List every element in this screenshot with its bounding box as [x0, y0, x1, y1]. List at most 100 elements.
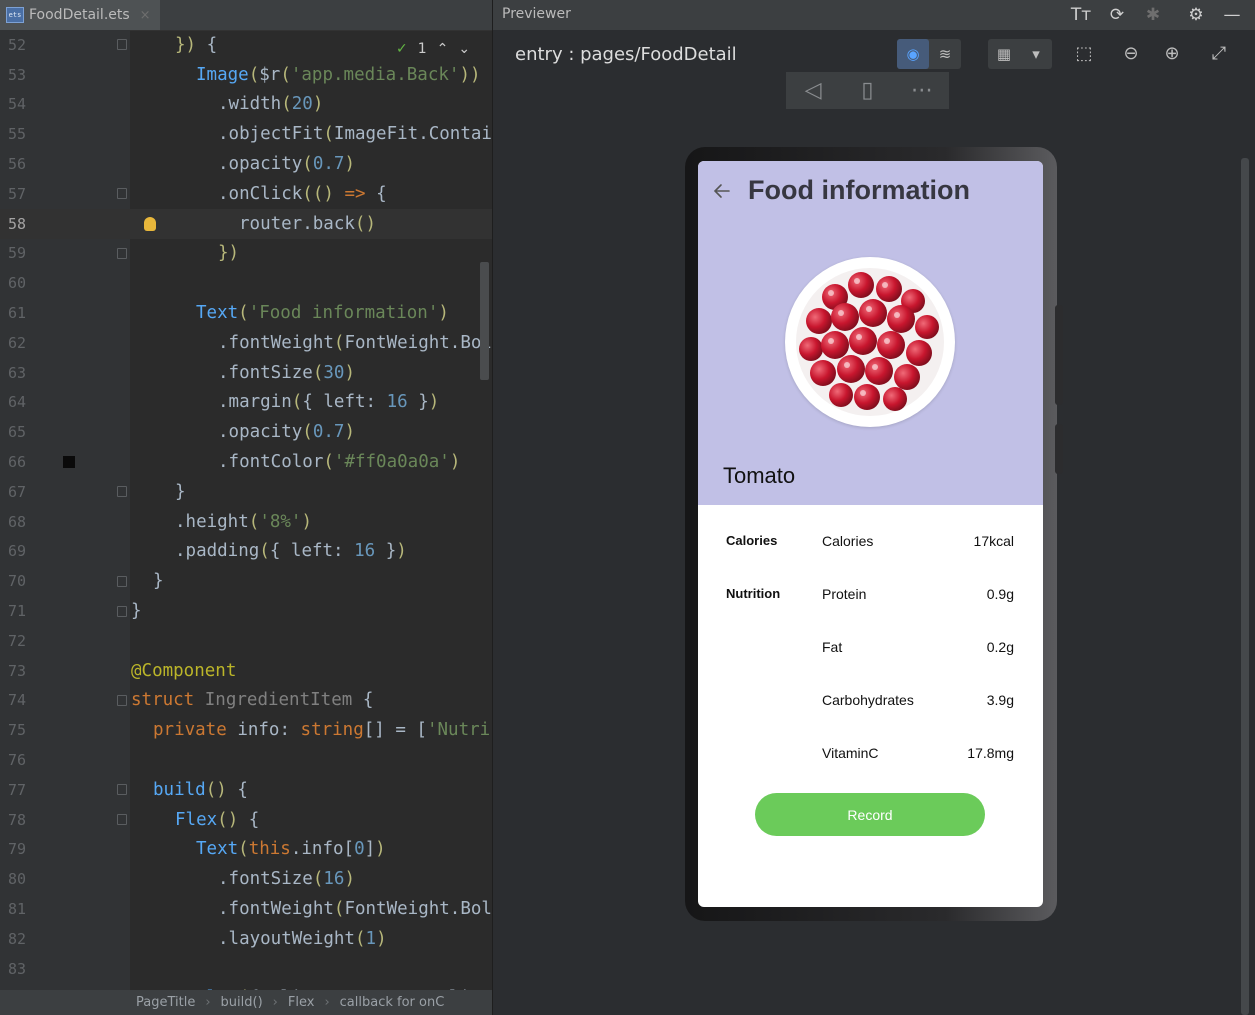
code-line[interactable]: 80 .fontSize(16) — [0, 864, 492, 894]
fold-icon[interactable] — [117, 39, 127, 51]
fit-frame-icon[interactable]: ⬚ — [1073, 43, 1095, 65]
more-icon[interactable]: ⋯ — [902, 78, 942, 103]
rotate-device-icon[interactable]: ▯ — [847, 78, 887, 103]
code-line[interactable]: 69 .padding({ left: 16 }) — [0, 537, 492, 567]
code-text: Flex() { — [175, 809, 260, 830]
line-number: 62 — [8, 333, 27, 352]
zoom-out-icon[interactable]: ⊖ — [1120, 43, 1142, 65]
fold-icon[interactable] — [117, 247, 127, 259]
font-size-icon[interactable]: Tт — [1070, 4, 1092, 26]
chevron-down-icon[interactable]: ⌄ — [458, 41, 470, 57]
code-line[interactable]: 70} — [0, 566, 492, 596]
expand-icon[interactable]: ⤢ — [1208, 43, 1230, 65]
phone-power-button — [1055, 424, 1063, 474]
code-line[interactable]: 67} — [0, 477, 492, 507]
line-number: 79 — [8, 840, 27, 859]
breadcrumb-item[interactable]: build() — [221, 995, 263, 1010]
lightbulb-icon[interactable] — [144, 216, 156, 231]
tab-food-detail[interactable]: ets FoodDetail.ets × — [0, 0, 160, 30]
code-line[interactable]: 64 .margin({ left: 16 }) — [0, 388, 492, 418]
fold-icon[interactable] — [117, 188, 127, 200]
inspection-widget[interactable]: ✓ 1 ⌃ ⌄ — [396, 41, 470, 57]
code-line[interactable]: 71} — [0, 596, 492, 626]
code-text: }) — [218, 243, 240, 264]
line-number: 53 — [8, 65, 27, 84]
code-text: .fontColor('#ff0a0a0a') — [218, 452, 461, 473]
code-text: Image($r('app.media.Back')) — [196, 64, 481, 85]
code-line[interactable]: 79 Text(this.info[0]) — [0, 835, 492, 865]
code-line[interactable]: 72 — [0, 626, 492, 656]
code-line[interactable]: 75 private info: string[] = ['Nutri — [0, 715, 492, 745]
code-line[interactable]: 83 — [0, 954, 492, 984]
inspector-toggle-group: ◉ ≋ — [897, 39, 961, 69]
record-button[interactable]: Record — [755, 793, 985, 836]
code-line[interactable]: 62 .fontWeight(FontWeight.Bol — [0, 328, 492, 358]
line-number: 57 — [8, 184, 27, 203]
line-number: 71 — [8, 602, 27, 621]
food-hero: Food information Tomato — [698, 161, 1043, 505]
code-line[interactable]: 59}) — [0, 239, 492, 269]
code-line[interactable]: 78 Flex() { — [0, 805, 492, 835]
route-label: entry : pages/FoodDetail — [515, 44, 737, 65]
code-text: .margin({ left: 16 }) — [218, 392, 440, 413]
code-line[interactable]: 56 .opacity(0.7) — [0, 149, 492, 179]
fold-icon[interactable] — [117, 784, 127, 796]
code-line[interactable]: 57 .onClick(() => { — [0, 179, 492, 209]
nutrient-name: Fat — [822, 639, 843, 655]
previewer-scrollbar[interactable] — [1241, 158, 1249, 1015]
editor-scrollbar[interactable] — [480, 262, 489, 380]
editor-tab-bar: ets FoodDetail.ets × — [0, 0, 492, 31]
code-line[interactable]: 68 .height('8%') — [0, 507, 492, 537]
code-line[interactable]: 66 .fontColor('#ff0a0a0a') — [0, 447, 492, 477]
code-editor[interactable]: ets FoodDetail.ets × 52}) {53 Image($r('a… — [0, 0, 492, 1015]
fold-icon[interactable] — [117, 575, 127, 587]
line-number: 69 — [8, 542, 27, 561]
gear-icon[interactable]: ⚙ — [1185, 4, 1207, 26]
minimize-icon[interactable]: — — [1221, 4, 1243, 26]
breadcrumb-item[interactable]: callback for onC — [340, 995, 445, 1010]
chevron-down-icon[interactable]: ▾ — [1020, 39, 1052, 69]
grid-icon[interactable]: ▦ — [988, 39, 1020, 69]
refresh-icon[interactable]: ⟳ — [1106, 4, 1128, 26]
breadcrumb: PageTitle › build() › Flex › callback fo… — [0, 990, 492, 1015]
back-arrow-icon[interactable] — [710, 179, 734, 203]
code-line[interactable]: 54 .width(20) — [0, 90, 492, 120]
close-icon[interactable]: × — [140, 8, 151, 23]
layers-icon[interactable]: ≋ — [929, 39, 961, 69]
line-number: 73 — [8, 661, 27, 680]
code-line[interactable]: 81 .fontWeight(FontWeight.Bol — [0, 894, 492, 924]
line-number: 59 — [8, 244, 27, 263]
code-line[interactable]: 82 .layoutWeight(1) — [0, 924, 492, 954]
device-select[interactable]: ▦ ▾ — [988, 39, 1052, 69]
fold-icon[interactable] — [117, 814, 127, 826]
code-line[interactable]: 73 @Component — [0, 656, 492, 686]
code-area[interactable]: 52}) {53 Image($r('app.media.Back')) 54 .wi… — [0, 30, 492, 1008]
fold-icon[interactable] — [117, 694, 127, 706]
code-text: .layoutWeight(1) — [218, 928, 387, 949]
nutrient-name: Protein — [822, 586, 867, 602]
inspect-icon[interactable]: ◉ — [897, 39, 929, 69]
bug-icon[interactable]: ✱ — [1142, 4, 1164, 26]
fold-icon[interactable] — [117, 605, 127, 617]
back-triangle-icon[interactable]: ◁ — [793, 78, 833, 103]
code-line[interactable]: 58 router.back() — [0, 208, 492, 239]
line-number: 66 — [8, 453, 27, 472]
code-line[interactable]: 60 — [0, 268, 492, 298]
fold-icon[interactable] — [117, 486, 127, 498]
chevron-up-icon[interactable]: ⌃ — [437, 41, 449, 57]
code-line[interactable]: 61 Text('Food information') — [0, 298, 492, 328]
code-line[interactable]: 55 .objectFit(ImageFit.Contai — [0, 119, 492, 149]
color-swatch-icon[interactable] — [63, 456, 75, 469]
code-line[interactable]: 53 Image($r('app.media.Back')) — [0, 60, 492, 90]
line-number: 52 — [8, 35, 27, 54]
nutrient-value: 0.2g — [986, 639, 1014, 655]
zoom-in-icon[interactable]: ⊕ — [1161, 43, 1183, 65]
code-line[interactable]: 65 .opacity(0.7) — [0, 417, 492, 447]
breadcrumb-item[interactable]: PageTitle — [136, 995, 195, 1010]
breadcrumb-item[interactable]: Flex — [288, 995, 315, 1010]
nutrient-name: Calories — [822, 533, 874, 549]
code-line[interactable]: 76 — [0, 745, 492, 775]
code-line[interactable]: 77 build() { — [0, 775, 492, 805]
code-line[interactable]: 74 struct IngredientItem { — [0, 686, 492, 716]
code-line[interactable]: 63 .fontSize(30) — [0, 358, 492, 388]
